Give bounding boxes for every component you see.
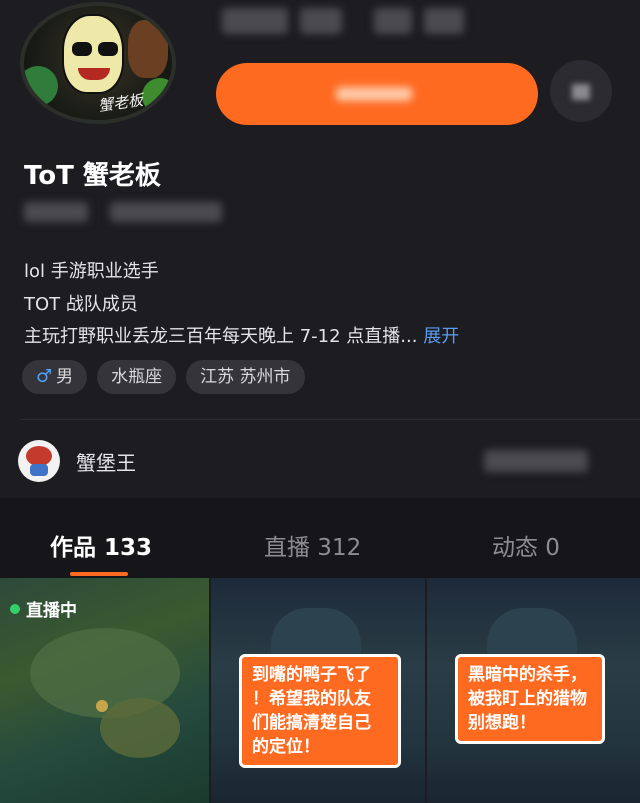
friend-name[interactable]: 蟹堡王: [76, 447, 136, 476]
live-badge: 直播中: [10, 596, 77, 621]
live-label: 直播中: [26, 601, 77, 621]
avatar-mouth: [78, 68, 110, 80]
video-caption: 黑暗中的杀手， 被我盯上的猎物 别想跑！: [455, 654, 605, 744]
video-thumbnail[interactable]: 到嘴的鸭子飞了 ！希望我的队友 们能搞清楚自己 的定位！: [211, 578, 425, 803]
friend-avatar[interactable]: [18, 440, 60, 482]
avatar-mask-face: [62, 14, 124, 94]
male-icon: ♂: [36, 366, 53, 387]
blurred-user-id: [24, 202, 88, 222]
gender-label: 男: [56, 367, 74, 387]
location-tag: 江苏 苏州市: [186, 360, 305, 394]
zodiac-tag: 水瓶座: [97, 360, 177, 394]
video-thumbnail[interactable]: 黑暗中的杀手， 被我盯上的猎物 别想跑！: [427, 578, 640, 803]
bio-line-text: 主玩打野职业丢龙三百年每天晚上 7-12 点直播...: [24, 326, 418, 347]
avatar-decoration: [142, 78, 172, 114]
blurred-stat: [222, 8, 288, 34]
active-tab-indicator: [70, 572, 128, 576]
more-options-button[interactable]: [550, 60, 612, 122]
caption-line: 被我盯上的猎物: [468, 689, 587, 709]
avatar-eye: [72, 42, 92, 56]
caption-line: 黑暗中的杀手，: [468, 665, 587, 685]
avatar-eye: [98, 42, 118, 56]
video-thumbnail-live[interactable]: 直播中: [0, 578, 209, 803]
live-dot-icon: [10, 603, 20, 614]
profile-header: 蟹老板 ToT 蟹老板 lol 手游职业选手 TOT 战队成员 主玩打野职业丢龙…: [0, 0, 640, 498]
blurred-stat: [300, 8, 342, 34]
video-caption: 到嘴的鸭子飞了 ！希望我的队友 们能搞清楚自己 的定位！: [239, 654, 401, 768]
friend-avatar-art: [26, 446, 52, 466]
bio-line: TOT 战队成员: [24, 294, 138, 315]
caption-line: 别想跑！: [468, 713, 536, 733]
tab-live[interactable]: 直播 312: [264, 528, 361, 562]
tab-moments[interactable]: 动态 0: [492, 528, 560, 562]
expand-link[interactable]: 展开: [423, 326, 459, 347]
bio-line: 主玩打野职业丢龙三百年每天晚上 7-12 点直播... 展开: [24, 322, 459, 348]
follow-button-label-blurred: [336, 87, 412, 101]
caption-line: 的定位！: [252, 737, 320, 757]
thumbnail-art: [100, 698, 180, 758]
tab-works[interactable]: 作品 133: [50, 528, 152, 562]
more-icon: [572, 84, 590, 100]
avatar-bear: [128, 20, 168, 78]
blurred-stat: [374, 8, 412, 34]
profile-avatar[interactable]: 蟹老板: [20, 2, 176, 124]
video-grid: 直播中 到嘴的鸭子飞了 ！希望我的队友 们能搞清楚自己 的定位！ 黑暗中的杀手，…: [0, 578, 640, 803]
caption-line: ！希望我的队友: [252, 689, 371, 709]
avatar-decoration: [24, 66, 58, 106]
gender-tag: ♂ 男: [22, 360, 88, 394]
blurred-stat: [424, 8, 464, 34]
thumbnail-art: [96, 700, 108, 712]
profile-name: ToT 蟹老板: [24, 161, 161, 191]
blurred-user-id: [110, 202, 222, 222]
caption-line: 们能搞清楚自己: [252, 713, 371, 733]
caption-line: 到嘴的鸭子飞了: [252, 665, 371, 685]
blurred-friend-info: [484, 450, 588, 472]
follow-button[interactable]: [216, 63, 538, 125]
friend-avatar-art: [30, 464, 48, 476]
profile-tags: ♂ 男 水瓶座 江苏 苏州市: [22, 360, 305, 394]
content-tabs: 作品 133 直播 312 动态 0: [0, 498, 640, 578]
divider: [20, 419, 640, 420]
bio-line: lol 手游职业选手: [24, 261, 159, 282]
